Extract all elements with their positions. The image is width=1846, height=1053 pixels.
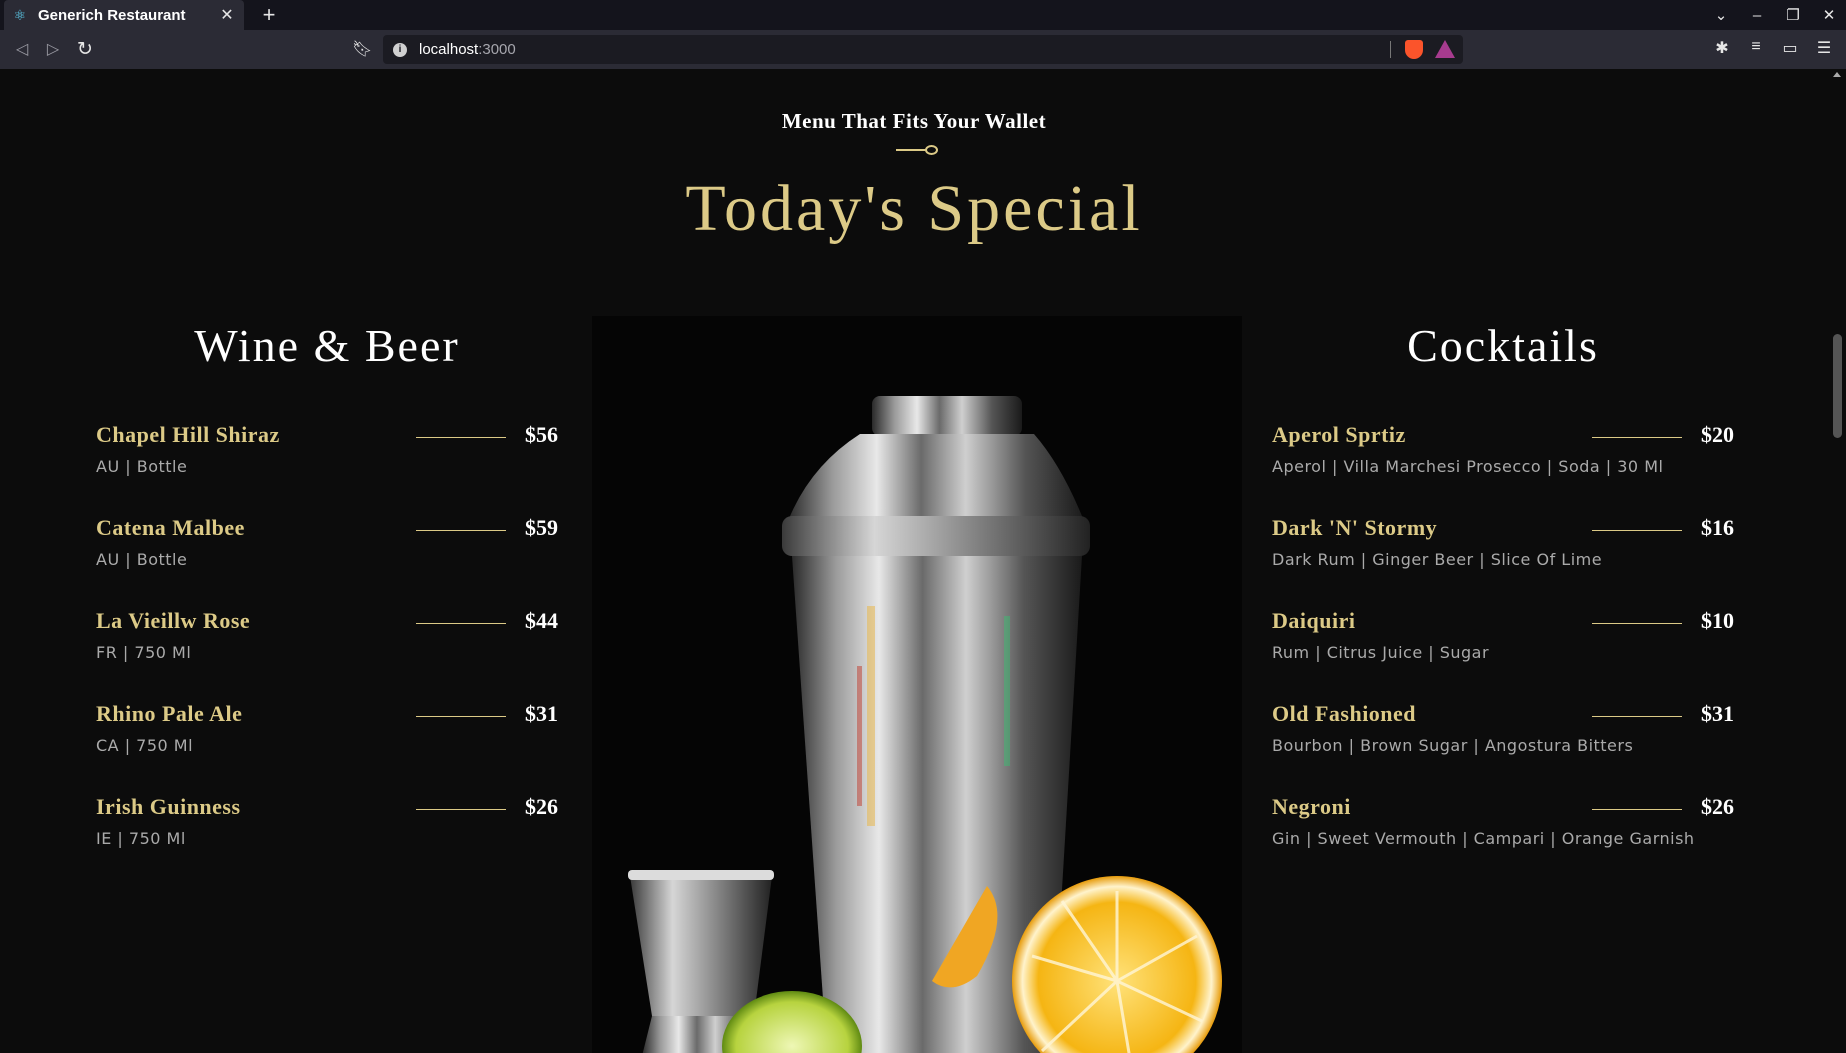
cocktail-shaker-image	[592, 316, 1242, 1053]
url-host: localhost	[419, 41, 479, 58]
menu-item: La Vieillw Rose $44 FR | 750 Ml	[96, 608, 558, 701]
new-tab-button[interactable]: +	[256, 2, 282, 28]
menu-item-line	[416, 437, 506, 438]
menu-item-desc: Bourbon | Brown Sugar | Angostura Bitter…	[1272, 736, 1634, 755]
window-controls: ⌄ – ❐ ✕	[1712, 0, 1838, 30]
menu-item-desc: Dark Rum | Ginger Beer | Slice Of Lime	[1272, 550, 1603, 569]
browser-toolbar: ◁ ▷ ↻ 🔖︎ i localhost:3000 ✱ ≡ ▭ ☰	[0, 30, 1846, 69]
scrollbar-thumb[interactable]	[1833, 334, 1842, 438]
url-text[interactable]: localhost:3000	[419, 41, 516, 58]
menu-item-desc: FR | 750 Ml	[96, 643, 192, 662]
menu-item: Daiquiri $10 Rum | Citrus Juice | Sugar	[1272, 608, 1734, 701]
bookmark-icon[interactable]: 🔖︎	[352, 38, 372, 62]
extensions-icon[interactable]: ✱	[1712, 38, 1732, 58]
menu-item-desc: AU | Bottle	[96, 550, 188, 569]
menu-item: Chapel Hill Shiraz $56 AU | Bottle	[96, 422, 558, 515]
back-icon[interactable]: ◁	[10, 38, 34, 62]
menu-item-price: $31	[1701, 701, 1734, 726]
menu-item-line	[1592, 623, 1682, 624]
menu-item-line	[1592, 716, 1682, 717]
menu-item-name: Chapel Hill Shiraz	[96, 422, 280, 447]
menu-item-desc: CA | 750 Ml	[96, 736, 194, 755]
page-viewport: Menu That Fits Your Wallet Today's Speci…	[0, 69, 1828, 1053]
menu-item-name: Old Fashioned	[1272, 701, 1417, 726]
page-scrollbar[interactable]	[1828, 69, 1846, 1053]
cocktails-title: Cocktails	[1407, 320, 1599, 371]
playlist-icon[interactable]: ≡	[1746, 38, 1766, 58]
menu-item-name: Negroni	[1272, 794, 1351, 819]
brave-rewards-icon[interactable]	[1435, 40, 1455, 58]
menu-item-line	[1592, 530, 1682, 531]
menu-item-price: $44	[525, 608, 558, 633]
minimize-icon[interactable]: –	[1748, 7, 1766, 24]
menu-item-name: Rhino Pale Ale	[96, 701, 243, 726]
brave-shields-icon[interactable]	[1405, 40, 1423, 59]
menu-icon[interactable]: ☰	[1814, 38, 1834, 58]
wine-beer-title: Wine & Beer	[194, 320, 460, 371]
menu-item-price: $10	[1701, 608, 1734, 633]
address-bar[interactable]: i localhost:3000	[383, 35, 1463, 64]
menu-item: Old Fashioned $31 Bourbon | Brown Sugar …	[1272, 701, 1734, 794]
menu-item-desc: Aperol | Villa Marchesi Prosecco | Soda …	[1272, 457, 1664, 476]
tab-title: Generich Restaurant	[38, 6, 186, 24]
menu-item-desc: Gin | Sweet Vermouth | Campari | Orange …	[1272, 829, 1695, 848]
section-subtitle: Menu That Fits Your Wallet	[781, 109, 1047, 133]
menu-item-name: Catena Malbee	[96, 515, 245, 540]
menu-item: Aperol Sprtiz $20 Aperol | Villa Marches…	[1272, 422, 1734, 515]
site-info-icon[interactable]: i	[393, 42, 407, 57]
menu-item-name: Dark 'N' Stormy	[1272, 515, 1438, 540]
menu-item-name: Aperol Sprtiz	[1272, 422, 1406, 447]
menu-item-price: $20	[1701, 422, 1734, 447]
toolbar-icons: ✱ ≡ ▭ ☰	[1712, 38, 1834, 58]
menu-item-name: Daiquiri	[1272, 608, 1356, 633]
menu-item-price: $26	[1701, 794, 1734, 819]
url-port: :3000	[478, 41, 516, 58]
page-title: Today's Special	[685, 172, 1143, 245]
menu-item-desc: IE | 750 Ml	[96, 829, 186, 848]
menu-item-line	[416, 809, 506, 810]
wine-beer-list: Chapel Hill Shiraz $56 AU | Bottle Caten…	[96, 422, 558, 887]
browser-tab[interactable]: ⚛ Generich Restaurant ✕	[4, 0, 244, 30]
url-divider	[1390, 41, 1391, 58]
menu-item-line	[416, 716, 506, 717]
menu-item: Negroni $26 Gin | Sweet Vermouth | Campa…	[1272, 794, 1734, 887]
menu-item-line	[416, 623, 506, 624]
tab-list-chevron-icon[interactable]: ⌄	[1712, 6, 1730, 24]
menu-item-desc: AU | Bottle	[96, 457, 188, 476]
menu-item: Catena Malbee $59 AU | Bottle	[96, 515, 558, 608]
close-window-icon[interactable]: ✕	[1820, 6, 1838, 24]
menu-item-price: $59	[525, 515, 558, 540]
menu-item-line	[1592, 437, 1682, 438]
wallet-icon[interactable]: ▭	[1780, 38, 1800, 58]
forward-icon[interactable]: ▷	[41, 38, 65, 62]
browser-tab-bar: ⚛ Generich Restaurant ✕ + ⌄ – ❐ ✕	[0, 0, 1846, 30]
menu-item: Irish Guinness $26 IE | 750 Ml	[96, 794, 558, 887]
menu-item: Rhino Pale Ale $31 CA | 750 Ml	[96, 701, 558, 794]
menu-item-desc: Rum | Citrus Juice | Sugar	[1272, 643, 1490, 662]
react-favicon-icon: ⚛	[13, 7, 27, 23]
maximize-icon[interactable]: ❐	[1784, 6, 1802, 24]
close-tab-icon[interactable]: ✕	[218, 5, 236, 25]
scroll-up-arrow-icon[interactable]	[1833, 72, 1841, 77]
menu-item-line	[416, 530, 506, 531]
cocktails-list: Aperol Sprtiz $20 Aperol | Villa Marches…	[1272, 422, 1734, 887]
spoon-divider-icon	[896, 144, 940, 156]
menu-item: Dark 'N' Stormy $16 Dark Rum | Ginger Be…	[1272, 515, 1734, 608]
menu-item-price: $31	[525, 701, 558, 726]
menu-item-line	[1592, 809, 1682, 810]
menu-item-price: $16	[1701, 515, 1734, 540]
reload-icon[interactable]: ↻	[73, 38, 97, 62]
menu-item-price: $26	[525, 794, 558, 819]
menu-item-name: Irish Guinness	[96, 794, 241, 819]
menu-item-price: $56	[525, 422, 558, 447]
menu-item-name: La Vieillw Rose	[96, 608, 251, 633]
